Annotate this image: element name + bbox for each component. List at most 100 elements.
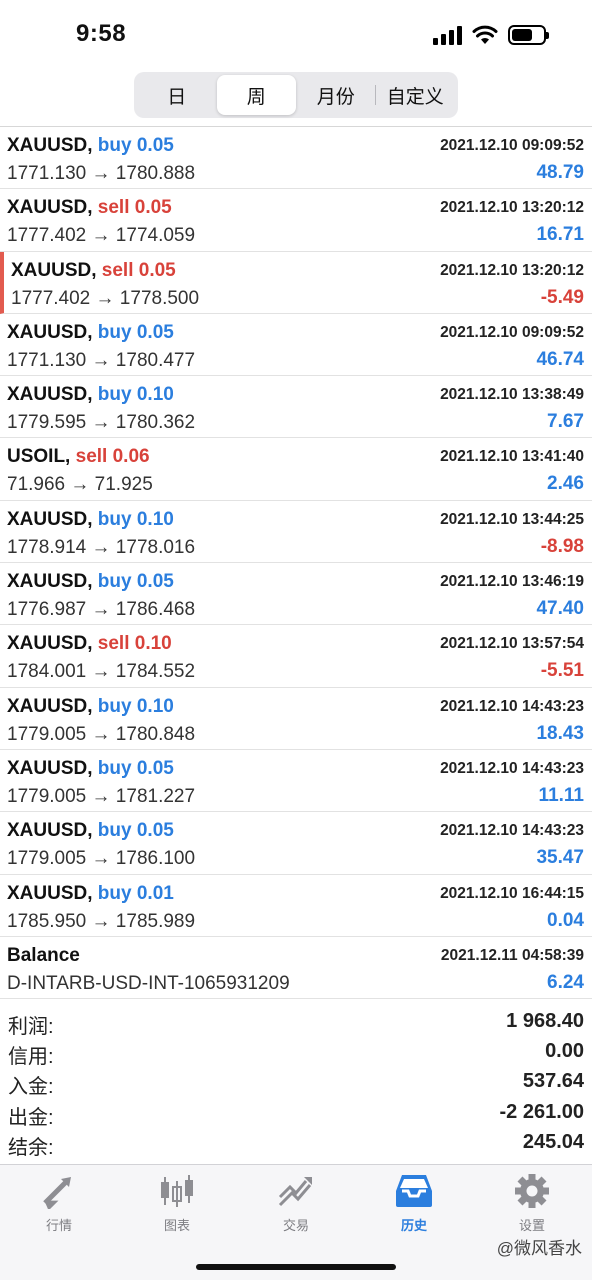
trade-symbol-line: XAUUSD, buy 0.05 (7, 571, 174, 593)
status-bar: 9:58 (0, 0, 592, 70)
trade-side-volume: buy 0.05 (97, 135, 174, 156)
trade-price-range: 1771.130 → 1780.477 (7, 349, 196, 371)
trade-row[interactable]: XAUUSD, buy 0.05 2021.12.10 14:43:23 1779.… (0, 750, 592, 813)
trade-price-range: 1776.987 → 1786.468 (7, 599, 196, 621)
trade-symbol: XAUUSD, (7, 820, 93, 842)
trade-symbol: XAUUSD, (7, 571, 93, 593)
tab-charts[interactable]: 图表 (118, 1173, 236, 1233)
trade-profit: 6.24 (547, 971, 584, 993)
trade-row[interactable]: XAUUSD, sell 0.10 2021.12.10 13:57:54 1784… (0, 625, 592, 688)
trade-symbol-line: XAUUSD, buy 0.05 (7, 820, 174, 842)
summary-value: -2 261.00 (499, 1100, 584, 1123)
account-summary: 利润: 1 968.40 信用: 0.00 入金: 537.64 出金: -2 261.00 结… (0, 1008, 592, 1159)
trade-row[interactable]: USOIL, sell 0.06 2021.12.10 13:41:40 71.96… (0, 438, 592, 501)
trade-datetime: 2021.12.10 13:41:40 (440, 448, 584, 466)
trade-row[interactable]: XAUUSD, buy 0.10 2021.12.10 13:38:49 1779.… (0, 376, 592, 439)
trade-datetime: 2021.12.10 14:43:23 (440, 697, 584, 715)
trade-row[interactable]: XAUUSD, buy 0.10 2021.12.10 13:44:25 1778.… (0, 501, 592, 564)
summary-label: 出金: (8, 1106, 54, 1129)
balance-row[interactable]: Balance 2021.12.11 04:58:39 D-INTARB-USD-I… (0, 937, 592, 1000)
trade-row[interactable]: XAUUSD, buy 0.05 2021.12.10 13:46:19 1776.… (0, 563, 592, 626)
trade-symbol: XAUUSD, (7, 757, 93, 779)
trade-symbol: XAUUSD, (11, 259, 97, 281)
trade-datetime: 2021.12.10 13:57:54 (440, 635, 584, 653)
trade-price-range: 1779.005 → 1780.848 (7, 723, 196, 745)
trade-side-volume: buy 0.10 (97, 695, 174, 717)
status-icons (433, 22, 549, 48)
tab-quotes[interactable]: 行情 (0, 1173, 118, 1233)
tab-label: 设置 (518, 1218, 545, 1233)
trade-row[interactable]: XAUUSD, sell 0.05 2021.12.10 13:20:12 1777… (0, 251, 592, 314)
trade-symbol: XAUUSD, (7, 508, 93, 530)
wifi-icon (472, 25, 498, 44)
trade-profit: 7.67 (547, 411, 584, 433)
summary-label: 结余: (8, 1136, 54, 1159)
tab-settings[interactable]: 设置 (473, 1173, 591, 1233)
tab-label: 交易 (282, 1218, 309, 1233)
trade-datetime: 2021.12.10 13:44:25 (440, 510, 584, 528)
trade-row[interactable]: XAUUSD, buy 0.05 2021.12.10 14:43:23 1779.… (0, 812, 592, 875)
trade-symbol-line: XAUUSD, sell 0.05 (11, 260, 176, 282)
trade-symbol: XAUUSD, (7, 633, 93, 655)
summary-row: 结余: 245.04 (0, 1129, 592, 1159)
battery-icon (508, 25, 549, 45)
trade-symbol-line: Balance (7, 945, 80, 967)
trade-side-volume: buy 0.05 (97, 321, 174, 343)
trade-profit: 46.74 (536, 348, 584, 370)
quotes-arrows-icon (43, 1177, 71, 1209)
trade-side-volume: buy 0.05 (97, 757, 174, 779)
trade-row[interactable]: XAUUSD, buy 0.10 2021.12.10 14:43:23 1779.… (0, 688, 592, 750)
trade-symbol-line: XAUUSD, buy 0.01 (7, 883, 174, 905)
trade-symbol-line: XAUUSD, sell 0.05 (7, 197, 172, 219)
trade-profit: -5.49 (540, 286, 584, 308)
trade-symbol-line: XAUUSD, sell 0.10 (7, 633, 172, 655)
tab-label: 图表 (163, 1218, 190, 1233)
trade-profit: -8.98 (540, 535, 584, 557)
trade-side-volume: buy 0.10 (97, 508, 174, 530)
trade-price-range: 1771.130 → 1780.888 (7, 163, 196, 184)
tab-label: 行情 (45, 1218, 72, 1233)
summary-label: 入金: (8, 1076, 54, 1099)
trade-profit: 16.71 (536, 224, 584, 246)
watermark: @微风香水 (496, 1239, 582, 1258)
tab-history[interactable]: 历史 (355, 1173, 473, 1233)
trade-symbol: XAUUSD, (7, 695, 93, 717)
trade-row[interactable]: XAUUSD, buy 0.01 2021.12.10 16:44:15 1785.… (0, 875, 592, 937)
trade-price-range: 1779.595 → 1780.362 (7, 412, 196, 434)
summary-label: 信用: (8, 1046, 54, 1069)
candlestick-chart-icon (161, 1175, 193, 1207)
segment-month[interactable]: 月份 (296, 75, 376, 115)
bottom-tab-bar: 行情 图表 交易 历史 设置 (0, 1164, 592, 1280)
trade-row[interactable]: XAUUSD, sell 0.05 2021.12.10 13:20:12 1777… (0, 189, 592, 252)
tab-trade[interactable]: 交易 (237, 1173, 355, 1233)
summary-value: 245.04 (522, 1130, 584, 1153)
trade-row[interactable]: XAUUSD, buy 0.05 2021.12.10 09:09:52 1771.… (0, 127, 592, 190)
balance-comment: D-INTARB-USD-INT-1065931209 (7, 972, 290, 994)
trade-price-range: 71.966 → 71.925 (7, 474, 153, 496)
trade-datetime: 2021.12.10 09:09:52 (440, 137, 584, 154)
trade-side-volume: sell 0.06 (75, 446, 150, 468)
home-indicator[interactable] (196, 1264, 396, 1270)
trade-symbol-line: XAUUSD, buy 0.05 (7, 135, 174, 157)
segment-custom[interactable]: 自定义 (376, 75, 456, 115)
trade-side-volume: buy 0.05 (97, 571, 174, 593)
history-list: XAUUSD, buy 0.05 2021.12.10 09:09:52 1771.… (0, 127, 592, 1000)
segment-week[interactable]: 周 (216, 75, 296, 115)
summary-value: 537.64 (522, 1070, 584, 1093)
trade-side-volume: sell 0.10 (97, 633, 172, 655)
trade-symbol-line: XAUUSD, buy 0.10 (7, 509, 174, 531)
trade-datetime: 2021.12.11 04:58:39 (440, 946, 584, 964)
trade-side-volume: buy 0.10 (97, 384, 174, 406)
summary-row: 入金: 537.64 (0, 1068, 592, 1098)
trade-side-volume: buy 0.01 (97, 882, 174, 904)
trade-symbol-line: XAUUSD, buy 0.10 (7, 696, 174, 718)
trade-row[interactable]: XAUUSD, buy 0.05 2021.12.10 09:09:52 1771.… (0, 314, 592, 377)
trade-side-volume: sell 0.05 (97, 197, 172, 219)
segment-day[interactable]: 日 (137, 75, 217, 115)
trade-datetime: 2021.12.10 13:20:12 (440, 199, 584, 217)
trade-price-range: 1779.005 → 1781.227 (7, 785, 196, 807)
trade-profit: 0.04 (547, 909, 584, 931)
trade-symbol: XAUUSD, (7, 384, 93, 406)
tab-label: 历史 (400, 1218, 427, 1233)
summary-row: 出金: -2 261.00 (0, 1099, 592, 1129)
